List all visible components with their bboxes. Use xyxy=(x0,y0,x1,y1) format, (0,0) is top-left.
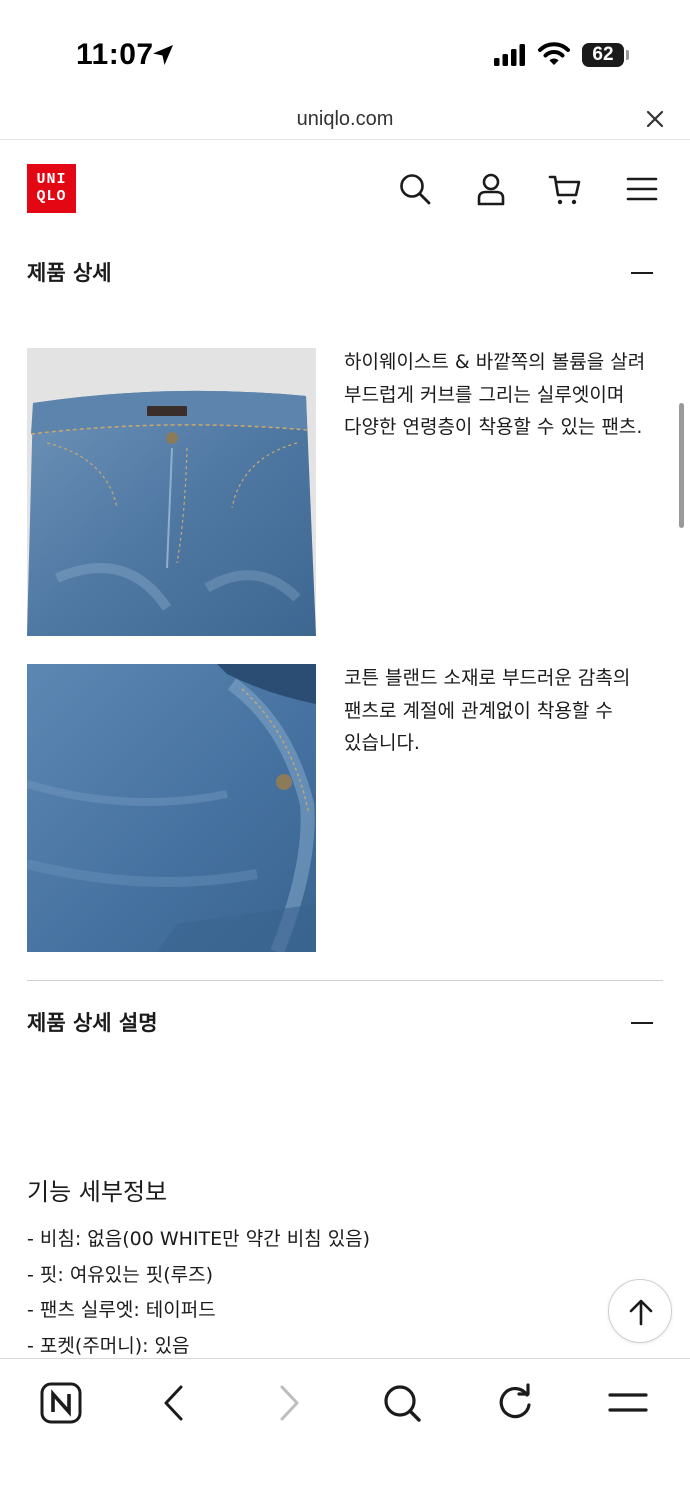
forward-icon[interactable] xyxy=(266,1381,310,1425)
naver-home-icon[interactable] xyxy=(39,1381,83,1425)
battery-cap xyxy=(626,50,629,60)
url-text[interactable]: uniqlo.com xyxy=(0,108,690,131)
status-bar: 11:07 62 xyxy=(0,0,690,100)
section-title: 제품 상세 설명 xyxy=(27,1011,158,1035)
site-header: UNI QLO xyxy=(0,141,690,236)
wifi-icon xyxy=(538,42,570,65)
battery-icon: 62 xyxy=(582,43,624,67)
location-arrow-icon xyxy=(153,45,173,65)
account-icon[interactable] xyxy=(474,172,508,206)
section-product-details-header[interactable]: 제품 상세 xyxy=(27,253,663,293)
logo-line2: QLO xyxy=(36,188,67,205)
uniqlo-logo[interactable]: UNI QLO xyxy=(27,164,76,213)
arrow-up-icon xyxy=(629,1299,653,1326)
list-item: - 핏: 여유있는 핏(루즈) xyxy=(27,1263,214,1286)
back-icon[interactable] xyxy=(153,1381,197,1425)
status-time: 11:07 xyxy=(76,38,154,71)
list-item: - 팬츠 실루엣: 테이퍼드 xyxy=(27,1299,216,1321)
cellular-signal-icon xyxy=(494,44,525,66)
reload-icon[interactable] xyxy=(493,1381,537,1425)
section-product-description-header[interactable]: 제품 상세 설명 xyxy=(27,1003,663,1043)
scroll-to-top-button[interactable] xyxy=(608,1279,672,1343)
battery-level: 62 xyxy=(592,44,614,65)
browser-bottom-nav xyxy=(0,1358,690,1500)
page-scrollbar[interactable] xyxy=(679,403,684,528)
detail-text-2: 코튼 블랜드 소재로 부드러운 감촉의 팬츠로 계절에 관계없이 착용할 수 있… xyxy=(344,667,631,754)
collapse-minus-icon[interactable] xyxy=(631,1022,653,1024)
feature-details-title: 기능 세부정보 xyxy=(27,1178,168,1206)
list-item: - 비침: 없음(00 WHITE만 약간 비침 있음) xyxy=(27,1228,371,1250)
menu-icon[interactable] xyxy=(606,1381,650,1425)
browser-url-bar[interactable]: uniqlo.com xyxy=(0,100,690,140)
search-icon[interactable] xyxy=(398,172,432,206)
jeans-front-image xyxy=(27,348,316,636)
feature-list: - 비침: 없음(00 WHITE만 약간 비침 있음) - 핏: 여유있는 핏… xyxy=(27,1222,370,1364)
collapse-minus-icon[interactable] xyxy=(631,272,653,274)
logo-line1: UNI xyxy=(36,171,67,188)
close-icon[interactable] xyxy=(644,108,666,130)
section-divider xyxy=(27,980,663,981)
search-icon[interactable] xyxy=(380,1381,424,1425)
cart-icon[interactable] xyxy=(548,172,582,206)
section-title: 제품 상세 xyxy=(27,261,112,285)
menu-icon[interactable] xyxy=(625,172,659,206)
detail-text-1: 하이웨이스트 & 바깥쪽의 볼륨을 살려 부드럽게 커브를 그리는 실루엣이며 … xyxy=(344,351,646,438)
jeans-fabric-closeup-image xyxy=(27,664,316,952)
